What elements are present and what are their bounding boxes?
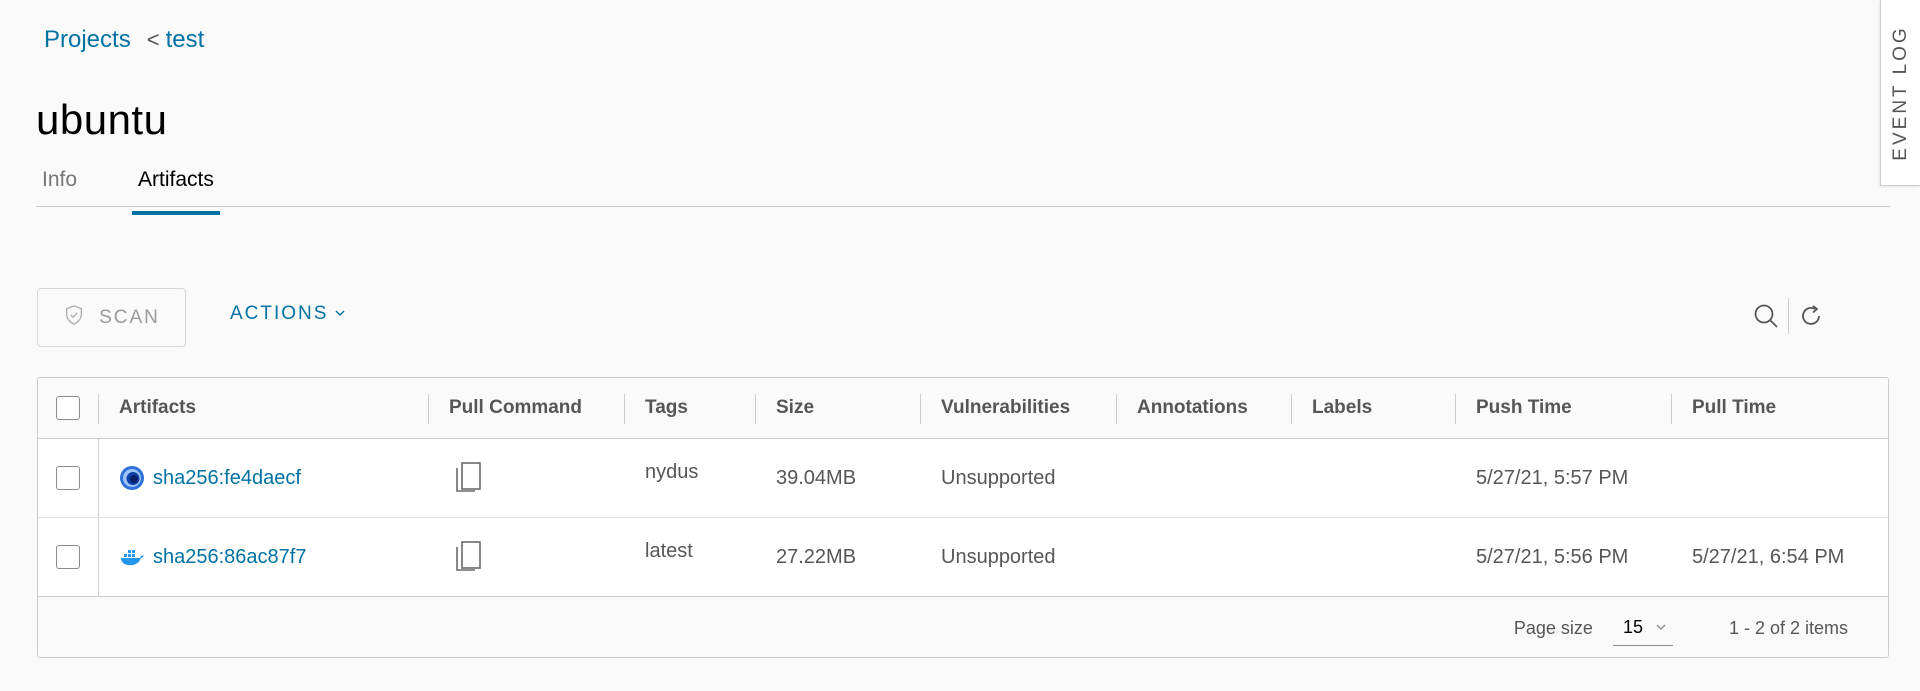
column-header-labels[interactable]: Labels <box>1292 378 1456 438</box>
actions-dropdown[interactable]: ACTIONS <box>230 303 346 325</box>
nydus-icon <box>119 465 145 491</box>
tag-text: latest <box>645 539 693 562</box>
pull-command-cell <box>429 518 625 596</box>
row-select-cell <box>38 518 99 596</box>
vulnerabilities-cell: Unsupported <box>941 466 1056 489</box>
row-checkbox[interactable] <box>56 545 80 569</box>
tab-artifacts[interactable]: Artifacts <box>132 168 220 215</box>
refresh-icon[interactable] <box>1795 298 1827 334</box>
column-header-artifacts[interactable]: Artifacts <box>99 378 429 438</box>
row-select-cell <box>38 439 99 517</box>
breadcrumb-project-link[interactable]: test <box>166 26 205 54</box>
artifact-digest-link[interactable]: sha256:fe4daecf <box>153 467 301 490</box>
page-size-select[interactable]: 15 <box>1612 610 1673 646</box>
grid-footer: Page size 15 1 - 2 of 2 items <box>38 597 1888 657</box>
event-log-tab[interactable]: EVENT LOG <box>1880 0 1920 186</box>
labels-cell <box>1292 439 1456 517</box>
row-checkbox[interactable] <box>56 466 80 490</box>
scan-button[interactable]: SCAN <box>37 288 186 347</box>
artifact-cell: sha256:fe4daecf <box>99 439 429 517</box>
breadcrumb-projects-link[interactable]: Projects <box>44 26 131 54</box>
breadcrumb: Projects < test <box>44 26 204 54</box>
page-size-value: 15 <box>1622 617 1643 637</box>
annotations-cell <box>1117 439 1292 517</box>
actions-label: ACTIONS <box>230 303 329 324</box>
tags-cell: nydus <box>625 439 756 517</box>
size-cell: 27.22MB <box>776 545 857 568</box>
chevron-down-icon <box>334 303 346 325</box>
event-log-label: EVENT LOG <box>1889 24 1911 161</box>
page-size-label: Page size <box>1513 617 1593 638</box>
grid-header: Artifacts Pull Command Tags Size Vulnera… <box>38 378 1888 439</box>
copy-icon[interactable] <box>453 539 483 575</box>
toolbar-icons <box>1750 298 1827 334</box>
column-header-size[interactable]: Size <box>756 378 921 438</box>
search-icon[interactable] <box>1750 298 1782 334</box>
size-cell: 39.04MB <box>776 466 857 489</box>
push-time-cell: 5/27/21, 5:56 PM <box>1476 545 1629 568</box>
chevron-down-icon <box>1655 617 1667 638</box>
tag-text: nydus <box>645 460 699 483</box>
column-header-vulnerabilities[interactable]: Vulnerabilities <box>921 378 1117 438</box>
push-time-cell: 5/27/21, 5:57 PM <box>1476 466 1629 489</box>
toolbar-divider <box>1788 298 1789 334</box>
select-all-cell <box>38 378 99 438</box>
artifacts-datagrid: Artifacts Pull Command Tags Size Vulnera… <box>37 377 1889 658</box>
page-title: ubuntu <box>36 96 168 143</box>
breadcrumb-separator: < <box>146 27 160 52</box>
column-header-tags[interactable]: Tags <box>625 378 756 438</box>
column-header-push-time[interactable]: Push Time <box>1456 378 1672 438</box>
tab-info[interactable]: Info <box>42 168 77 206</box>
artifact-cell: sha256:86ac87f7 <box>99 518 429 596</box>
scan-label: SCAN <box>99 306 160 328</box>
column-header-pull-time[interactable]: Pull Time <box>1672 378 1888 438</box>
copy-icon[interactable] <box>453 460 483 496</box>
select-all-checkbox[interactable] <box>56 396 80 420</box>
annotations-cell <box>1117 518 1292 596</box>
tags-cell: latest <box>625 518 756 596</box>
docker-icon <box>119 544 145 570</box>
column-header-pull-command[interactable]: Pull Command <box>429 378 625 438</box>
table-row[interactable]: sha256:86ac87f7 latest 27.22MB Unsupport… <box>38 518 1888 597</box>
vulnerabilities-cell: Unsupported <box>941 545 1056 568</box>
tab-bar: Info Artifacts <box>36 160 1890 215</box>
pagination-count: 1 - 2 of 2 items <box>1728 617 1848 638</box>
pull-time-cell <box>1672 439 1888 517</box>
pull-command-cell <box>429 439 625 517</box>
shield-check-icon <box>63 304 85 332</box>
artifact-digest-link[interactable]: sha256:86ac87f7 <box>153 546 306 569</box>
table-row[interactable]: sha256:fe4daecf nydus 39.04MB Unsupporte… <box>38 439 1888 518</box>
labels-cell <box>1292 518 1456 596</box>
column-header-annotations[interactable]: Annotations <box>1117 378 1292 438</box>
pull-time-cell: 5/27/21, 6:54 PM <box>1692 545 1845 568</box>
